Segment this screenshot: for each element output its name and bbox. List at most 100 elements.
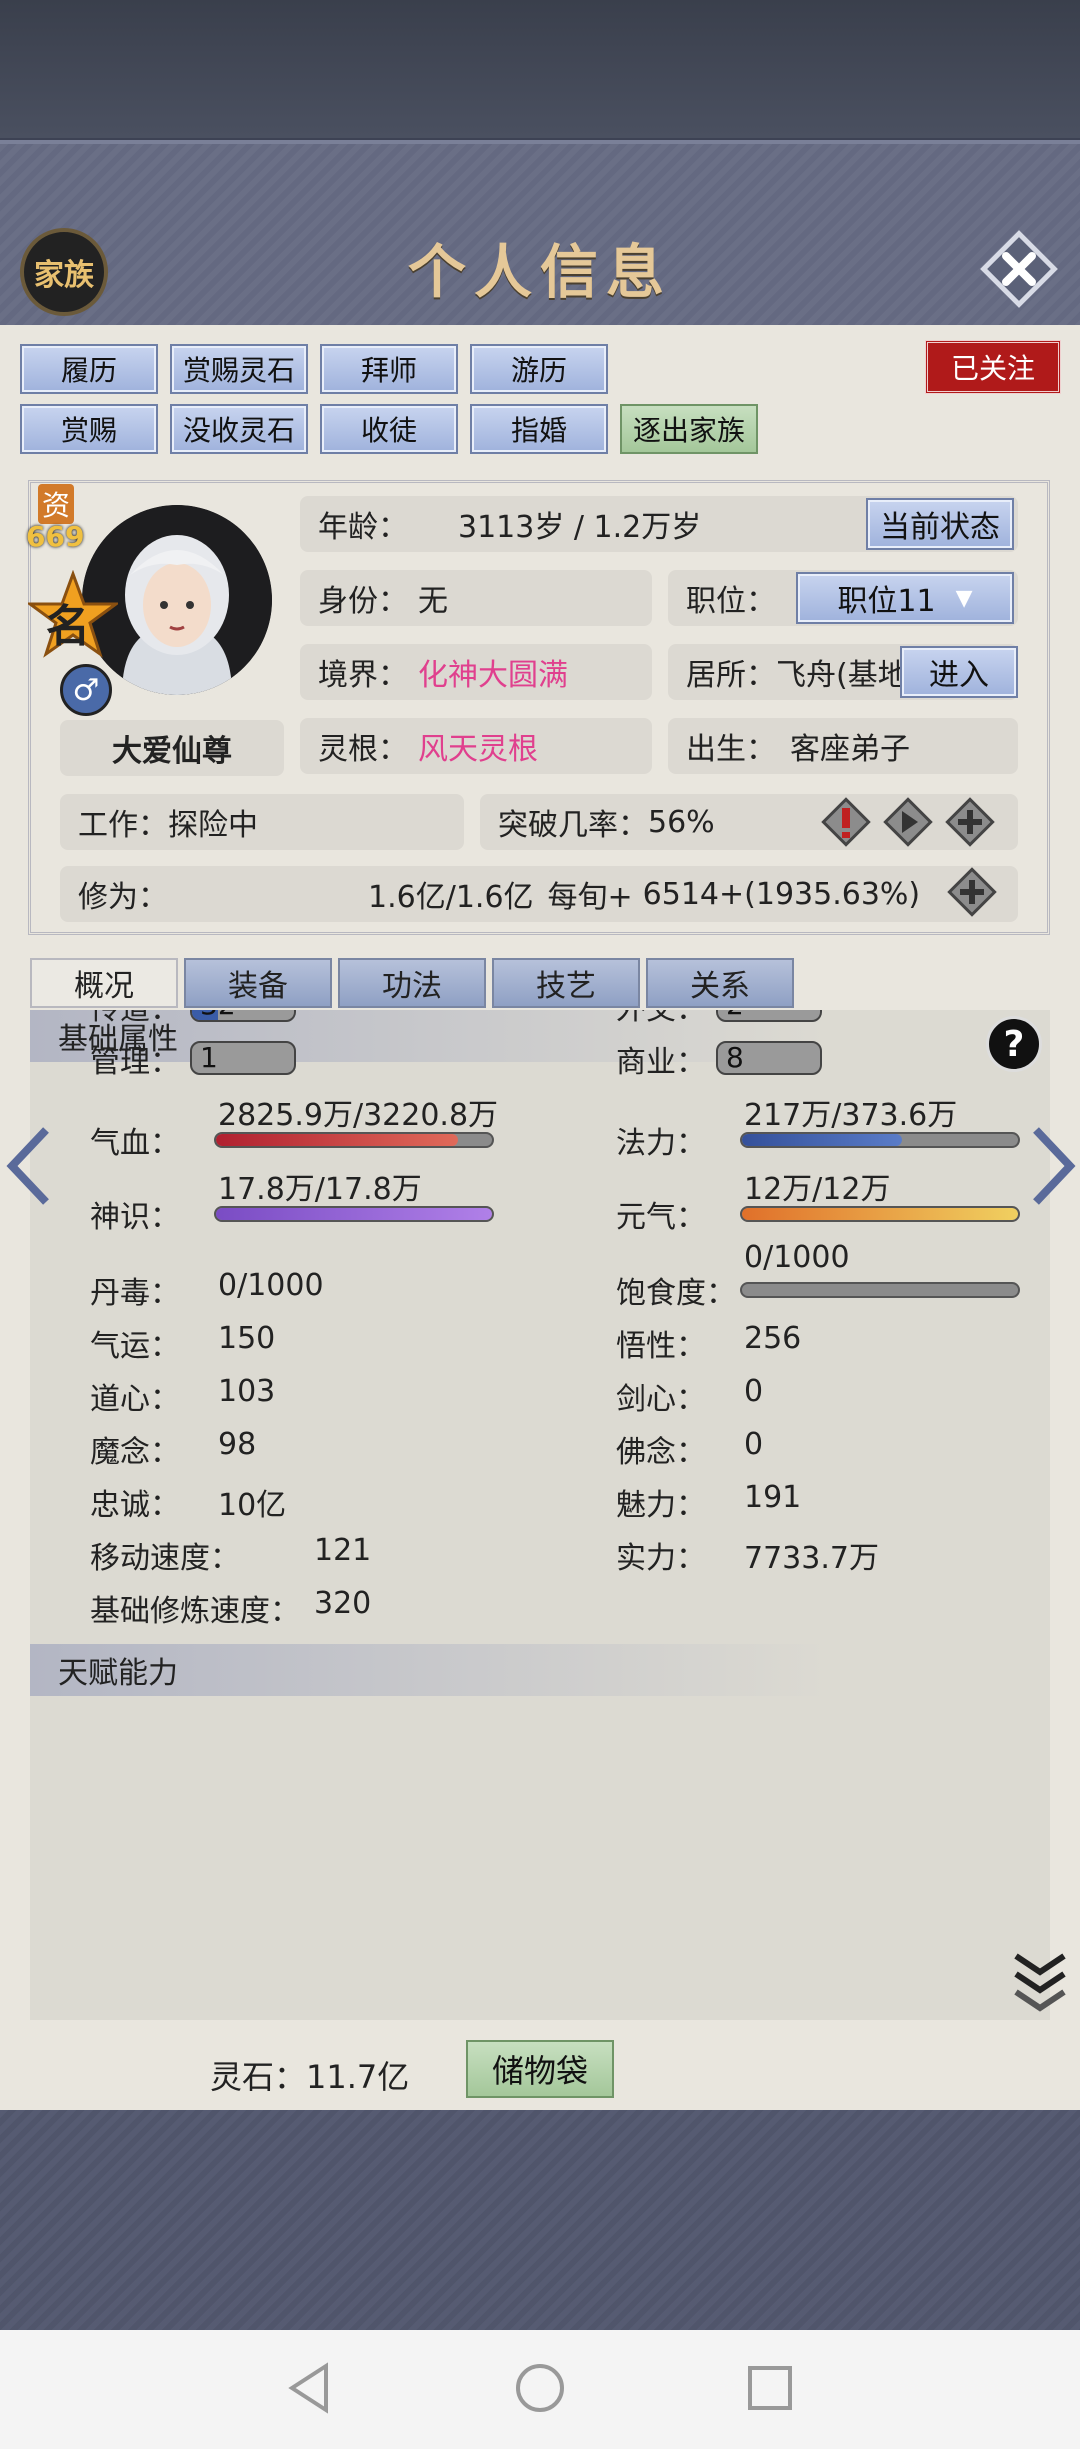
next-arrow-icon[interactable]	[1030, 1126, 1076, 1206]
play-button[interactable]	[882, 796, 934, 848]
birth-row: 出生： 客座弟子	[668, 718, 1018, 774]
realm-value: 化神大圆满	[418, 658, 568, 693]
scroll-down-icon[interactable]	[1010, 1950, 1070, 2020]
warning-icon	[821, 797, 871, 847]
storage-bag-button[interactable]: 储物袋	[466, 2040, 614, 2098]
add-cultivation-button[interactable]	[946, 866, 998, 918]
satiety-bar	[740, 1282, 1020, 1298]
satiety-label: 饱食度：	[616, 1276, 736, 1311]
tab-crafts[interactable]: 技艺	[492, 958, 640, 1008]
dao-heart-value: 103	[218, 1374, 276, 1409]
warning-button[interactable]	[820, 796, 872, 848]
family-button[interactable]: 家族	[20, 228, 108, 316]
tab-equipment[interactable]: 装备	[184, 958, 332, 1008]
identity-value: 无	[418, 584, 448, 619]
charm-label: 魅力：	[616, 1488, 706, 1523]
spirit-value: 17.8万/17.8万	[218, 1172, 422, 1207]
character-name: 大爱仙尊	[60, 720, 284, 776]
home-nav-icon[interactable]	[510, 2358, 570, 2418]
vital-value: 12万/12万	[744, 1172, 891, 1207]
root-label: 灵根：	[318, 732, 408, 767]
expel-button[interactable]: 逐出家族	[620, 404, 758, 454]
mp-value: 217万/373.6万	[744, 1098, 958, 1133]
recents-nav-icon[interactable]	[740, 2358, 800, 2418]
current-status-button[interactable]: 当前状态	[866, 498, 1014, 550]
aptitude-label: 资	[38, 484, 75, 524]
tab-skills[interactable]: 功法	[338, 958, 486, 1008]
confiscate-stone-button[interactable]: 没收灵石	[170, 404, 308, 454]
position-select[interactable]: 职位11 ▼	[796, 572, 1014, 624]
breakthrough-label: 突破几率：	[498, 808, 648, 843]
strength-label: 实力：	[616, 1541, 706, 1576]
age-value: 3113岁 / 1.2万岁	[458, 510, 702, 545]
page-title: 个人信息	[407, 238, 672, 306]
add-breakthrough-button[interactable]	[944, 796, 996, 848]
mp-label: 法力：	[616, 1126, 706, 1161]
overview-content[interactable]: 基础属性 ? 气血： 2825.9万/3220.8万 法力： 217万/373.…	[30, 1010, 1050, 2020]
history-button[interactable]: 履历	[20, 344, 158, 394]
strength-value: 7733.7万	[744, 1541, 879, 1576]
work-label: 工作：	[78, 808, 168, 843]
move-speed-label: 移动速度：	[90, 1541, 240, 1576]
spirit-stone-value: 11.7亿	[306, 2058, 410, 2096]
birth-value: 客座弟子	[790, 732, 910, 767]
enter-button[interactable]: 进入	[900, 646, 1018, 698]
position-label: 职位：	[686, 584, 776, 619]
position-value: 职位11	[837, 584, 936, 619]
buddha-thought-label: 佛念：	[616, 1435, 706, 1470]
play-icon	[883, 797, 933, 847]
talent-value: 8	[726, 1041, 744, 1074]
luck-label: 气运：	[90, 1329, 180, 1364]
travel-button[interactable]: 游历	[470, 344, 608, 394]
reward-button[interactable]: 赏赐	[20, 404, 158, 454]
vital-bar	[740, 1206, 1020, 1222]
aptitude-value: 669	[26, 520, 85, 553]
residence-value: 飞舟(基地	[776, 658, 908, 693]
reward-stone-button[interactable]: 赏赐灵石	[170, 344, 308, 394]
luck-value: 150	[218, 1321, 276, 1356]
identity-row: 身份： 无	[300, 570, 652, 626]
age-label: 年龄：	[318, 510, 408, 545]
hp-value: 2825.9万/3220.8万	[218, 1098, 499, 1133]
plus-icon	[947, 867, 997, 917]
talent-value: 32	[200, 1010, 236, 1020]
breakthrough-value: 56%	[648, 804, 715, 840]
hp-label: 气血：	[90, 1126, 180, 1161]
vital-bar-fill	[742, 1208, 1018, 1220]
cultivation-speed-label: 基础修炼速度：	[90, 1594, 300, 1629]
tab-relations[interactable]: 关系	[646, 958, 794, 1008]
dao-heart-label: 道心：	[90, 1382, 180, 1417]
status-area	[0, 0, 1080, 138]
talent-label: 管理：	[90, 1045, 180, 1080]
close-button[interactable]	[976, 226, 1062, 312]
back-nav-icon[interactable]	[280, 2358, 340, 2418]
help-icon[interactable]: ?	[986, 1016, 1042, 1072]
take-disciple-button[interactable]: 收徒	[320, 404, 458, 454]
talent-label: 外交：	[616, 1010, 706, 1028]
spirit-bar	[214, 1206, 494, 1222]
system-navbar	[0, 2330, 1080, 2449]
sword-heart-value: 0	[744, 1374, 764, 1409]
talent-value: 2	[726, 1010, 744, 1020]
apprentice-to-button[interactable]: 拜师	[320, 344, 458, 394]
residence-label: 居所：	[686, 658, 776, 693]
tab-overview[interactable]: 概况	[30, 958, 178, 1008]
sword-heart-label: 剑心：	[616, 1382, 706, 1417]
spirit-label: 神识：	[90, 1200, 180, 1235]
identity-label: 身份：	[318, 584, 408, 619]
dan-poison-value: 0/1000	[218, 1268, 324, 1303]
close-icon	[980, 230, 1058, 308]
realm-row: 境界： 化神大圆满	[300, 644, 652, 700]
previous-arrow-icon[interactable]	[6, 1126, 52, 1206]
work-row: 工作： 探险中	[60, 794, 464, 850]
arrange-marriage-button[interactable]: 指婚	[470, 404, 608, 454]
per-period-value: 6514+(1935.63%)	[642, 876, 921, 912]
per-period-label: 每旬+	[547, 880, 633, 915]
talent-bar: 2	[716, 1010, 822, 1022]
cultivation-row: 修为： 1.6亿/1.6亿 每旬+ 6514+(1935.63%)	[60, 866, 1018, 922]
cultivation-value: 1.6亿/1.6亿	[368, 880, 534, 915]
realm-label: 境界：	[318, 658, 408, 693]
buddha-thought-value: 0	[744, 1427, 764, 1462]
follow-badge[interactable]: 已关注	[925, 340, 1061, 394]
root-row: 灵根： 风天灵根	[300, 718, 652, 774]
